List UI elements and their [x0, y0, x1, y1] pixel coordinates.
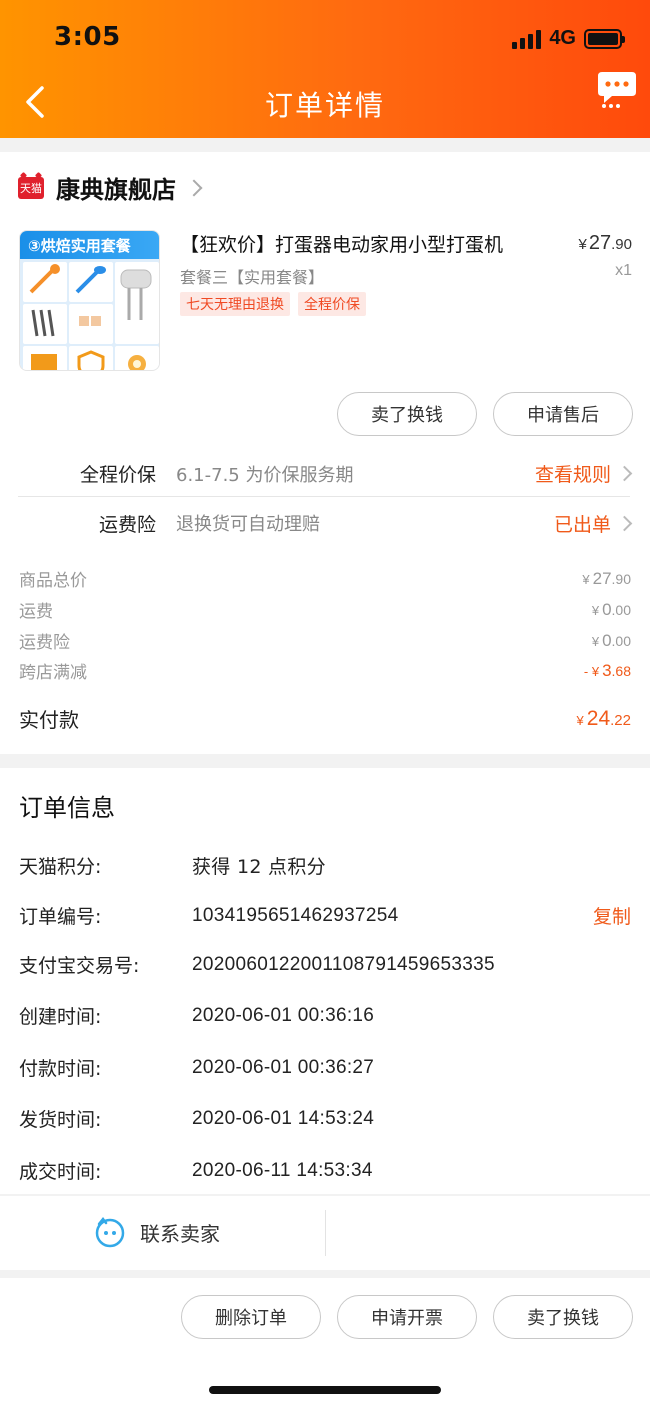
- request-invoice-button[interactable]: 申请开票: [337, 1295, 477, 1339]
- thumb-heading: ③烘焙实用套餐: [20, 231, 159, 259]
- network-type: 4G: [549, 27, 576, 49]
- fee-row-cross-store-discount: 跨店满减 - ¥3.68: [19, 660, 631, 684]
- contact-seller-button[interactable]: 联系卖家: [94, 1216, 220, 1248]
- product-price: ¥27.90: [578, 232, 632, 254]
- service-label: 运费险: [98, 513, 156, 536]
- fee-row-shipping: 运费 ¥0.00: [19, 599, 631, 623]
- signal-icon: [512, 29, 542, 49]
- service-label: 全程价保: [79, 464, 156, 486]
- product-image[interactable]: ③烘焙实用套餐: [19, 230, 160, 371]
- order-info-title: 订单信息: [19, 794, 115, 822]
- product-quantity: x1: [615, 262, 632, 279]
- fee-row-paid-total: 实付款 ¥24.22: [19, 706, 631, 733]
- more-menu-button[interactable]: [596, 68, 638, 110]
- info-row-created-time: 创建时间: 2020-06-01 00:36:16: [19, 1004, 375, 1029]
- service-desc: 6.1-7.5 为价保服务期: [176, 464, 354, 486]
- header-bar: 3:05 4G 订单详情: [0, 0, 650, 138]
- divider: [325, 1210, 326, 1256]
- tmall-badge-icon: 天猫: [18, 176, 44, 199]
- shop-name: 康典旗舰店: [56, 176, 176, 204]
- page-title: 订单详情: [264, 89, 385, 122]
- tag-price-protection: 全程价保: [298, 292, 366, 316]
- service-row-price-protection: 全程价保 6.1-7.5 为价保服务期 查看规则: [18, 451, 633, 497]
- view-rules-link[interactable]: 查看规则: [535, 460, 633, 487]
- product-spec: 套餐三【实用套餐】: [180, 268, 325, 287]
- sell-for-cash-button[interactable]: 卖了换钱: [337, 392, 477, 436]
- battery-icon: [584, 28, 625, 49]
- order-card: 天猫 康典旗舰店 ③烘焙实用套餐 【狂欢价】打蛋器电动家用小型打蛋机 套餐三【实…: [0, 152, 650, 754]
- chevron-right-icon: [616, 515, 633, 531]
- info-row-completed-time: 成交时间: 2020-06-11 14:53:34: [19, 1159, 373, 1184]
- fee-row-shipping-insurance: 运费险 ¥0.00: [19, 630, 631, 654]
- thumb-grid: [20, 259, 159, 370]
- apply-aftersale-button[interactable]: 申请售后: [493, 392, 633, 436]
- contact-seller-label: 联系卖家: [140, 1221, 220, 1246]
- service-row-shipping-insurance: 运费险 退换货可自动理赔 已出单: [18, 500, 633, 546]
- info-row-points: 天猫积分: 获得 12 点积分: [19, 856, 326, 878]
- order-info-card: 订单信息 天猫积分: 获得 12 点积分 订单编号: 1034195651462…: [0, 768, 650, 1194]
- info-row-alipay-number: 支付宝交易号: 2020060122001108791459653335: [19, 953, 495, 978]
- service-desc: 退换货可自动理赔: [176, 514, 320, 535]
- insurance-status-link[interactable]: 已出单: [554, 510, 633, 537]
- status-time: 3:05: [54, 22, 121, 52]
- info-row-shipped-time: 发货时间: 2020-06-01 14:53:24: [19, 1107, 375, 1132]
- status-indicators: 4G: [512, 27, 625, 50]
- chevron-right-icon: [185, 179, 203, 196]
- home-indicator: [209, 1386, 441, 1394]
- fee-row-goods-total: 商品总价 ¥27.90: [19, 568, 631, 592]
- tag-seven-day-return: 七天无理由退换: [180, 292, 290, 316]
- delete-order-button[interactable]: 删除订单: [181, 1295, 321, 1339]
- product-tags: 七天无理由退换 全程价保: [180, 292, 366, 316]
- info-row-order-number: 订单编号: 1034195651462937254 复制: [19, 902, 631, 929]
- bottom-action-bar: 删除订单 申请开票 卖了换钱: [0, 1278, 650, 1406]
- chevron-right-icon: [616, 465, 633, 482]
- shop-link[interactable]: 天猫 康典旗舰店: [18, 170, 203, 205]
- info-row-paid-time: 付款时间: 2020-06-01 00:36:27: [19, 1056, 375, 1081]
- chat-bubble-icon: [598, 72, 636, 108]
- copy-order-number-button[interactable]: 复制: [593, 902, 631, 929]
- contact-card: 联系卖家: [0, 1196, 650, 1270]
- product-title[interactable]: 【狂欢价】打蛋器电动家用小型打蛋机: [180, 230, 550, 257]
- chat-face-icon: [95, 1216, 125, 1248]
- sell-for-cash-button-bottom[interactable]: 卖了换钱: [493, 1295, 633, 1339]
